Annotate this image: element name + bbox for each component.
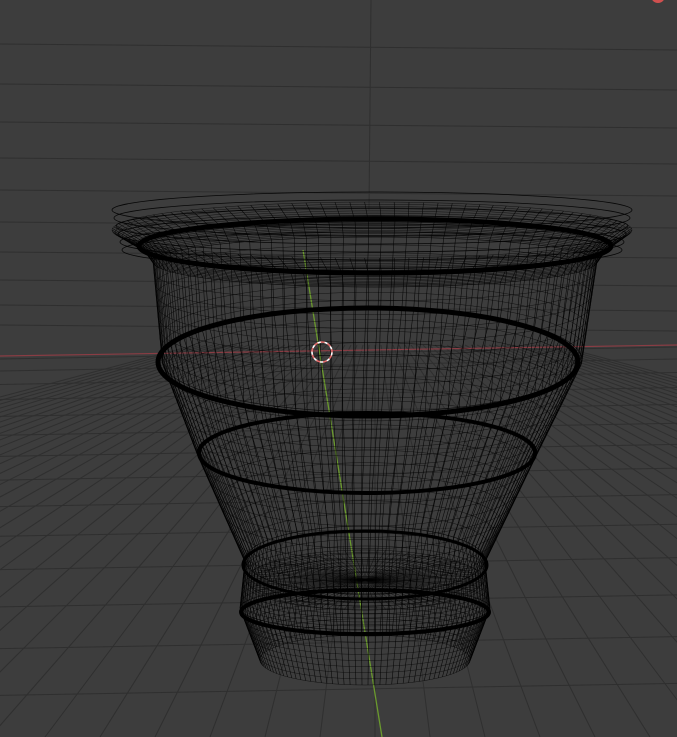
wire-edge	[469, 228, 632, 659]
grid-line	[0, 157, 677, 165]
wire-edge	[446, 212, 574, 645]
wire-ring	[144, 225, 606, 278]
grid-line	[0, 83, 677, 91]
viewport-canvas[interactable]	[0, 0, 677, 737]
grid-line	[0, 344, 232, 423]
grid-line	[0, 344, 208, 405]
grid-line	[0, 344, 250, 441]
grid-line	[0, 43, 677, 51]
wire-edge	[467, 223, 626, 655]
wire-edge-loop	[197, 411, 537, 495]
grid-line	[0, 189, 677, 197]
grid-line	[422, 344, 677, 600]
bucket-wireframe-mesh[interactable]	[111, 191, 633, 686]
grid-line	[368, 0, 372, 211]
grid-line	[0, 121, 677, 129]
grid-line	[404, 344, 651, 737]
grid-line	[0, 344, 220, 413]
3d-cursor-icon[interactable]	[311, 341, 333, 363]
wire-edge	[349, 257, 357, 685]
grid-line	[542, 344, 677, 384]
axis-gizmo-icon[interactable]	[651, 0, 665, 3]
3d-viewport[interactable]: wireframe	[0, 0, 677, 737]
wire-edge	[385, 257, 424, 685]
wire-ring	[157, 276, 589, 357]
grid-line	[0, 636, 677, 650]
wire-edge	[463, 239, 618, 669]
wire-edge	[468, 224, 629, 656]
grid-line	[0, 682, 677, 696]
wire-edge	[112, 231, 261, 662]
wire-edge	[113, 226, 261, 658]
wire-edge	[361, 257, 370, 686]
